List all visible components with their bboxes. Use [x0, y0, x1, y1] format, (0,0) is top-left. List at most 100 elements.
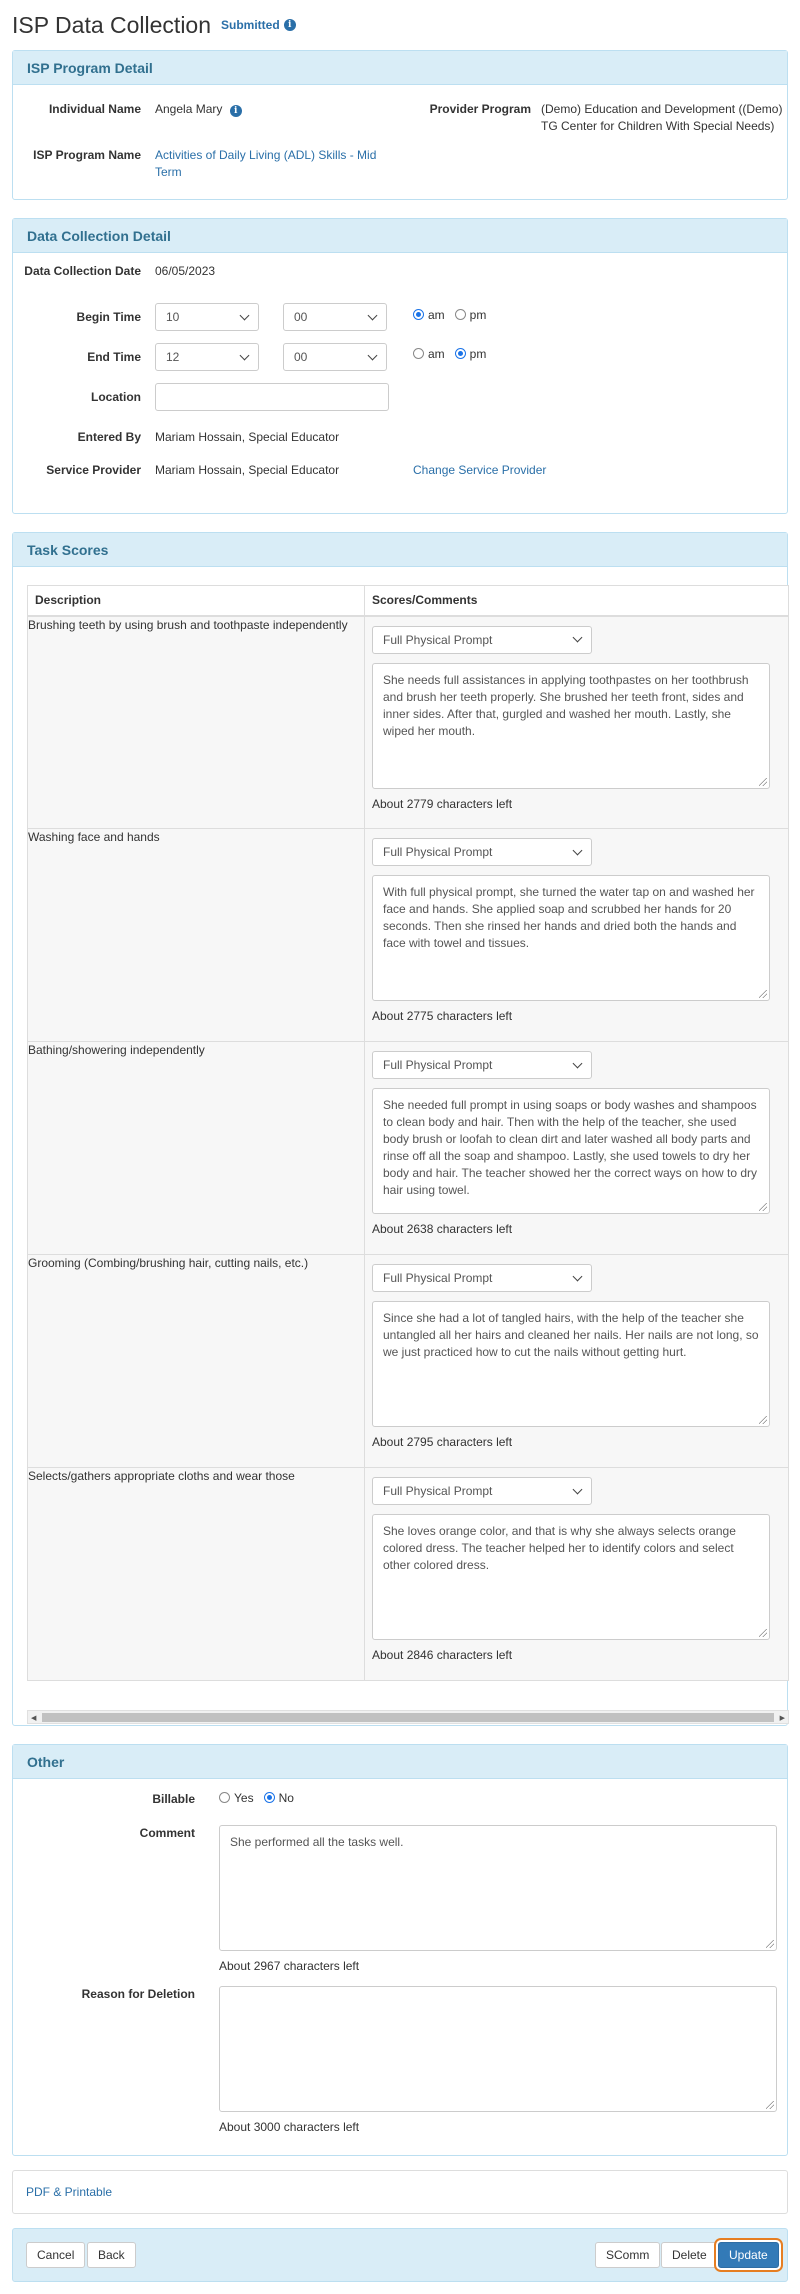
score-comment-textarea[interactable]: Since she had a lot of tangled hairs, wi…	[372, 1301, 770, 1427]
task-score-cell: Full Physical Prompt She needs full assis…	[364, 615, 789, 829]
chars-left: About 2779 characters left	[372, 796, 513, 811]
chars-left: About 2846 characters left	[372, 1648, 513, 1662]
update-button[interactable]: Update	[718, 2242, 779, 2268]
comment-label: Comment	[139, 1826, 195, 1840]
task-description: Selects/gathers appropriate cloths and w…	[27, 1467, 365, 1681]
collection-date-label: Data Collection Date	[24, 264, 141, 278]
chevron-down-icon	[239, 310, 250, 320]
task-description: Bathing/showering independently	[27, 1041, 365, 1255]
score-comment-textarea[interactable]: She needs full assistances in applying t…	[372, 662, 770, 789]
info-icon[interactable]: i	[283, 19, 296, 31]
begin-pm-radio[interactable]: pm	[454, 308, 486, 322]
delete-button[interactable]: Delete	[661, 2242, 718, 2268]
score-select[interactable]: Full Physical Prompt	[372, 1051, 592, 1079]
chevron-down-icon	[239, 350, 250, 360]
resize-grip-icon[interactable]	[766, 1940, 774, 1948]
table-row: Selects/gathers appropriate cloths and w…	[27, 1467, 789, 1681]
begin-minute-select[interactable]: 00	[283, 303, 387, 331]
task-score-cell: Full Physical Prompt With full physical p…	[364, 828, 789, 1042]
scroll-right-icon[interactable]: ▶	[780, 1714, 785, 1722]
chevron-down-icon	[572, 1271, 583, 1281]
task-description: Brushing teeth by using brush and toothp…	[27, 615, 365, 829]
end-hour-select[interactable]: 12	[155, 343, 259, 371]
individual-name-label: Individual Name	[48, 102, 141, 116]
comment-chars-left: About 2967 characters left	[219, 1959, 360, 1973]
radio-selected-icon	[454, 348, 466, 359]
table-row: Grooming (Combing/brushing hair, cutting…	[27, 1254, 789, 1468]
resize-grip-icon[interactable]	[759, 1416, 767, 1424]
billable-yes-radio[interactable]: Yes	[219, 1791, 254, 1805]
service-provider-value: Mariam Hossain, Special Educator	[155, 463, 340, 477]
pdf-printable-link[interactable]: PDF & Printable	[26, 2185, 112, 2199]
end-pm-radio[interactable]: pm	[454, 347, 486, 361]
chevron-down-icon	[367, 310, 378, 320]
billable-group: Yes No	[219, 1791, 294, 1805]
isp-program-label: ISP Program Name	[33, 148, 141, 162]
scroll-left-icon[interactable]: ◀	[31, 1714, 36, 1722]
chars-left: About 2775 characters left	[372, 1009, 513, 1023]
chars-left: About 2795 characters left	[372, 1435, 513, 1449]
end-minute-select[interactable]: 00	[283, 343, 387, 371]
billable-no-radio[interactable]: No	[263, 1791, 294, 1805]
location-input[interactable]	[155, 383, 389, 411]
table-row: Washing face and hands Full Physical Prom…	[27, 828, 789, 1042]
task-description: Washing face and hands	[27, 828, 365, 1042]
reason-for-deletion-label: Reason for Deletion	[81, 1987, 195, 2001]
table-header-row: Description Scores/Comments	[27, 585, 789, 617]
score-comment-textarea[interactable]: She needed full prompt in using soaps or…	[372, 1088, 770, 1214]
status-label: Submitted	[221, 18, 280, 32]
table-row: Brushing teeth by using brush and toothp…	[27, 615, 789, 829]
task-scores-table: Description Scores/Comments Brushing tee…	[27, 585, 789, 1681]
entered-by-value: Mariam Hossain, Special Educator	[155, 430, 340, 444]
score-select[interactable]: Full Physical Prompt	[372, 1264, 592, 1292]
begin-time-label: Begin Time	[76, 310, 141, 324]
end-time-label: End Time	[87, 350, 141, 364]
reason-for-deletion-textarea[interactable]	[219, 1986, 777, 2112]
column-header-scores: Scores/Comments	[364, 585, 789, 617]
score-select[interactable]: Full Physical Prompt	[372, 1477, 592, 1505]
resize-grip-icon[interactable]	[759, 1629, 767, 1637]
provider-program-label: Provider Program	[429, 102, 531, 116]
chevron-down-icon	[572, 1058, 583, 1068]
scomm-button[interactable]: SComm	[595, 2242, 661, 2268]
radio-icon	[219, 1792, 230, 1803]
isp-program-panel: ISP Program Detail Individual Name Angel…	[12, 50, 788, 200]
chevron-down-icon	[572, 845, 583, 855]
data-collection-panel: Data Collection Detail Data Collection D…	[12, 218, 788, 514]
task-score-cell: Full Physical Prompt She needed full prom…	[364, 1041, 789, 1255]
panel-heading-collection: Data Collection Detail	[13, 219, 787, 253]
scrollbar-thumb[interactable]	[42, 1713, 774, 1722]
chevron-down-icon	[572, 632, 583, 643]
task-score-cell: Full Physical Prompt Since she had a lot …	[364, 1254, 789, 1468]
score-comment-textarea[interactable]: With full physical prompt, she turned th…	[372, 875, 770, 1001]
begin-meridiem-group: am pm	[413, 308, 486, 322]
page-header: ISP Data Collection Submitted i	[12, 0, 788, 50]
radio-icon	[454, 309, 466, 320]
location-label: Location	[91, 390, 141, 404]
change-service-provider-link[interactable]: Change Service Provider	[413, 462, 546, 479]
cancel-button[interactable]: Cancel	[26, 2242, 86, 2268]
resize-grip-icon[interactable]	[766, 2101, 774, 2109]
score-comment-textarea[interactable]: She loves orange color, and that is why …	[372, 1514, 770, 1640]
resize-grip-icon[interactable]	[759, 990, 767, 998]
isp-program-link[interactable]: Activities of Daily Living (ADL) Skills …	[155, 147, 385, 181]
begin-am-radio[interactable]: am	[413, 308, 445, 322]
resize-grip-icon[interactable]	[759, 777, 767, 786]
begin-hour-select[interactable]: 10	[155, 303, 259, 331]
status-badge: Submitted i	[221, 18, 296, 32]
end-am-radio[interactable]: am	[413, 347, 445, 361]
score-select[interactable]: Full Physical Prompt	[372, 625, 592, 654]
service-provider-label: Service Provider	[46, 463, 141, 477]
resize-grip-icon[interactable]	[759, 1203, 767, 1211]
panel-heading-other: Other	[13, 1745, 787, 1779]
collection-date-value: 06/05/2023	[155, 264, 216, 278]
back-button[interactable]: Back	[87, 2242, 136, 2268]
score-select[interactable]: Full Physical Prompt	[372, 838, 592, 866]
deletion-chars-left: About 3000 characters left	[219, 2120, 360, 2134]
other-panel: Other Billable Yes No Comment She perfor…	[12, 1744, 788, 2156]
column-header-description: Description	[27, 585, 365, 617]
individual-info-icon[interactable]: i	[229, 105, 242, 117]
radio-selected-icon	[263, 1792, 275, 1803]
horizontal-scrollbar[interactable]: ◀ ▶	[27, 1710, 789, 1724]
comment-textarea[interactable]: She performed all the tasks well.	[219, 1825, 777, 1951]
